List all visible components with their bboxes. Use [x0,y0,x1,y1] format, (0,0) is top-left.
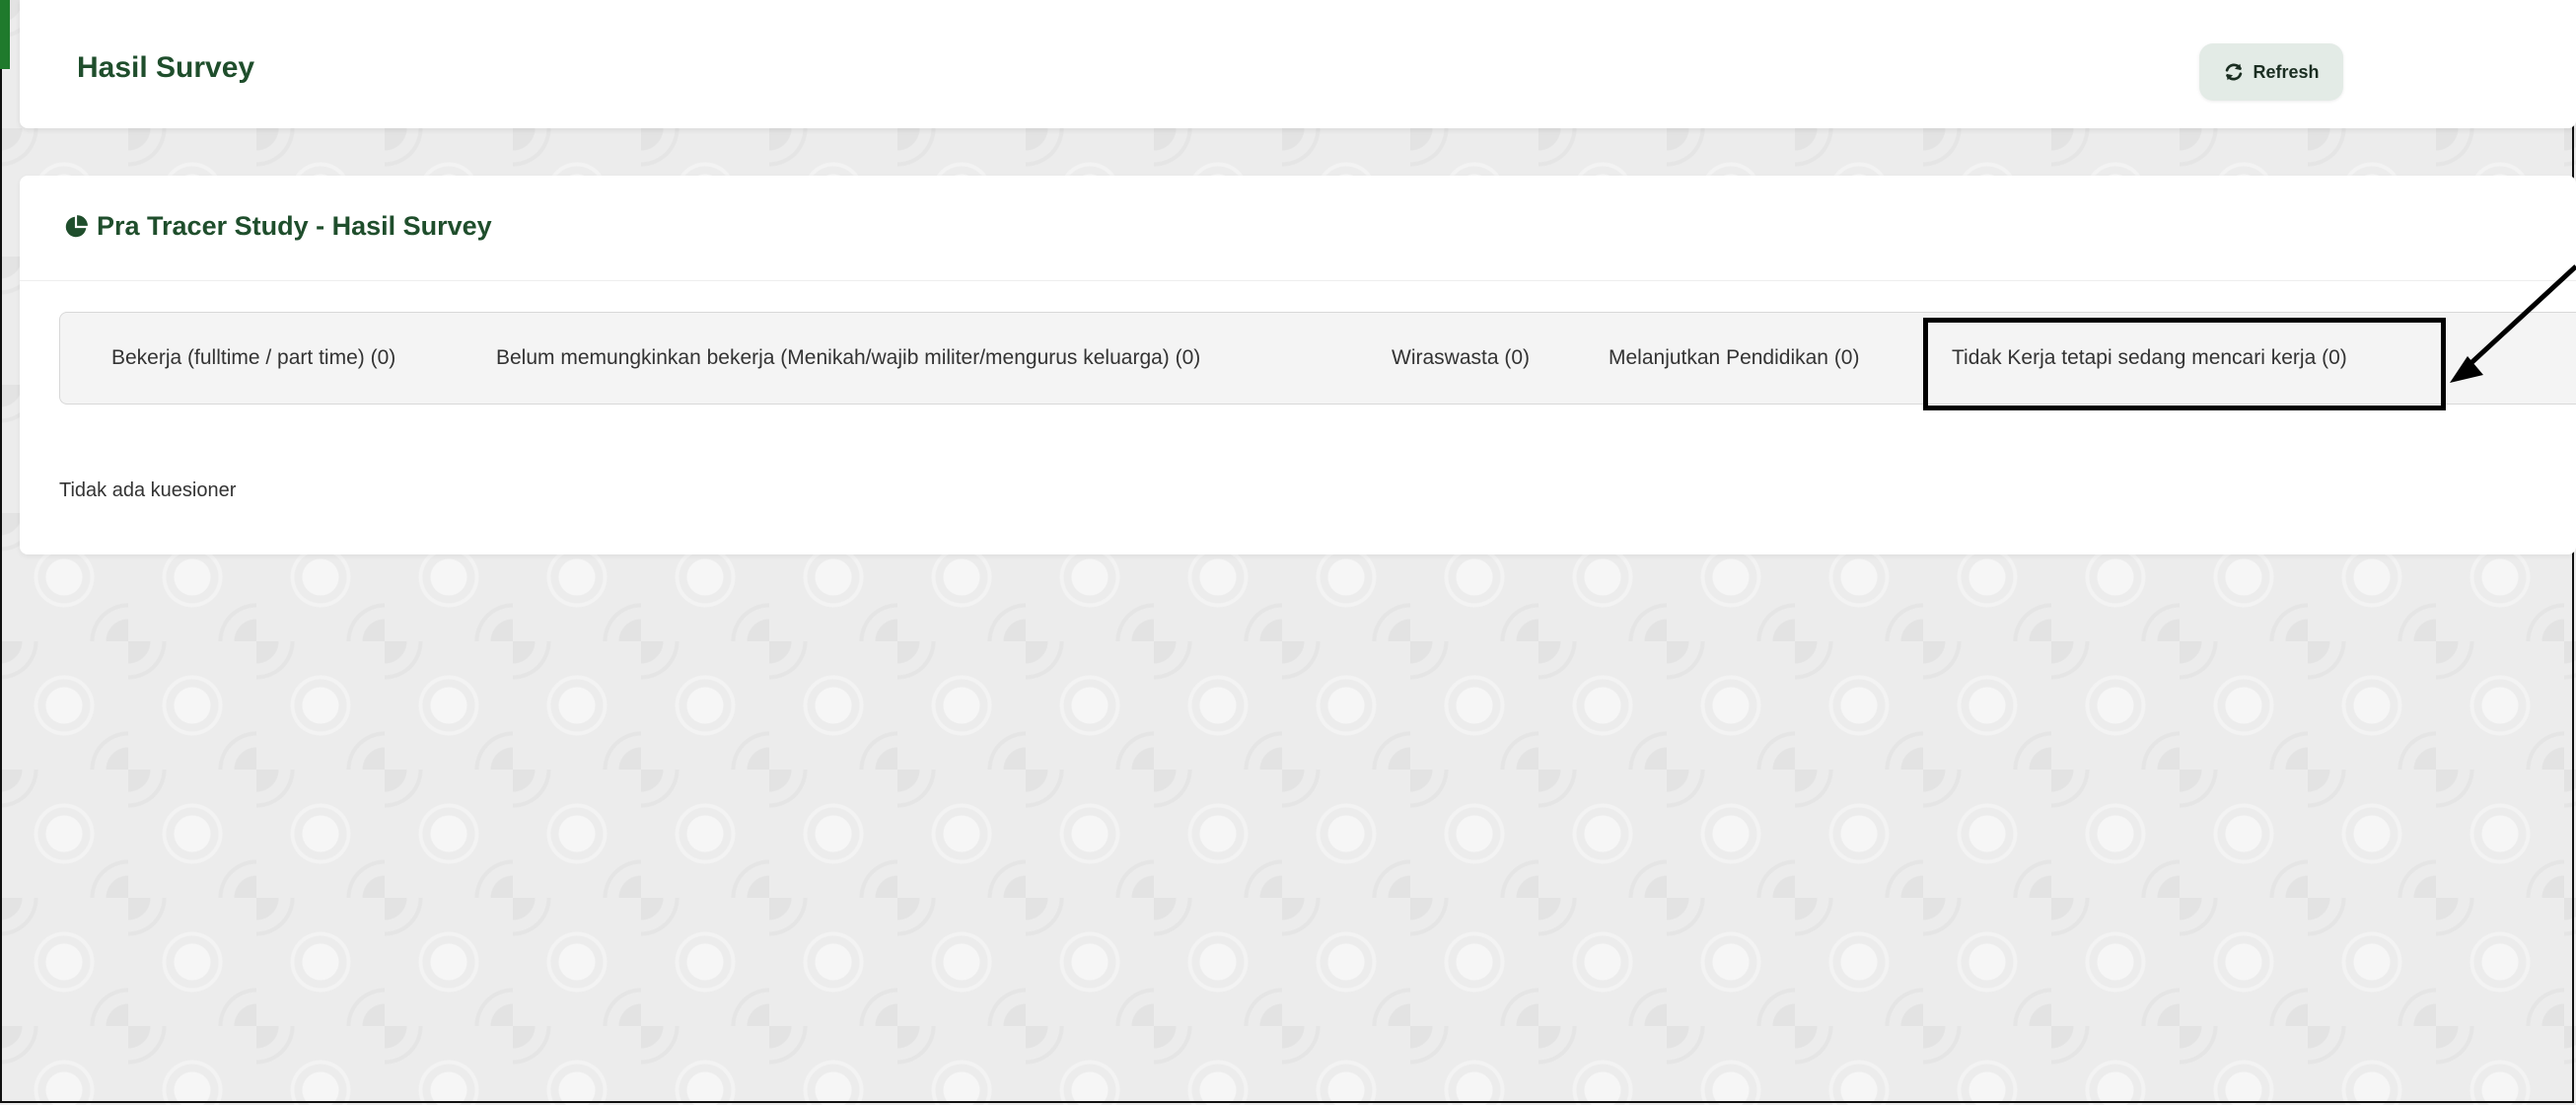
empty-questionnaire-message: Tidak ada kuesioner [59,479,237,501]
tab-wiraswasta[interactable]: Wiraswasta (0) [1392,313,1530,404]
card-header: Pra Tracer Study - Hasil Survey [20,176,2576,281]
refresh-label: Refresh [2253,61,2320,82]
card-title: Pra Tracer Study - Hasil Survey [63,211,492,242]
sidebar-accent [0,0,10,69]
page-header: Hasil Survey Refresh [20,0,2576,128]
tab-melanjutkan-pendidikan[interactable]: Melanjutkan Pendidikan (0) [1609,313,1859,404]
refresh-icon [2223,61,2245,83]
tab-bekerja[interactable]: Bekerja (fulltime / part time) (0) [111,313,395,404]
card-title-text: Pra Tracer Study - Hasil Survey [97,211,492,241]
refresh-button[interactable]: Refresh [2199,43,2343,101]
tab-belum-memungkinkan-bekerja[interactable]: Belum memungkinkan bekerja (Menikah/waji… [496,313,1200,404]
pie-chart-icon [63,214,89,240]
annotation-arrow [2450,264,2576,383]
page-title: Hasil Survey [77,51,255,84]
